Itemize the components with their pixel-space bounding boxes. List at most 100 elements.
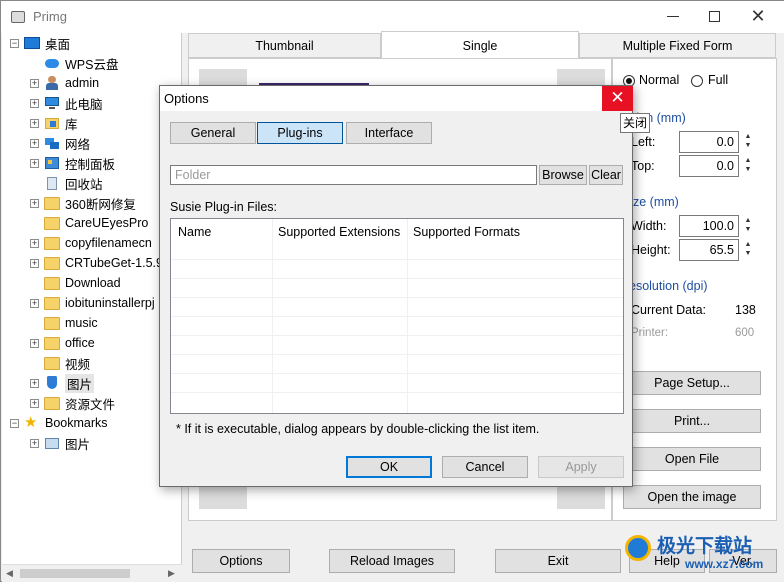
- tree-item-admin[interactable]: admin: [44, 73, 99, 93]
- watermark: 极光下载站 www.xz7.com: [623, 529, 781, 577]
- folder-tree[interactable]: − 桌面 WPS云盘 + admin + 此电脑 + 库 + 网络 + 控制面板…: [2, 33, 182, 564]
- column-header-extensions[interactable]: Supported Extensions: [278, 225, 400, 239]
- tree-item-label: 图片: [65, 373, 95, 393]
- plugin-files-label: Susie Plug-in Files:: [170, 200, 277, 214]
- tree-item-network[interactable]: 网络: [44, 133, 90, 153]
- tab-multiple-fixed-form[interactable]: Multiple Fixed Form: [579, 33, 776, 58]
- tree-item-folder[interactable]: office: [44, 333, 95, 353]
- open-image-button[interactable]: Open the image: [623, 485, 761, 509]
- plugin-list[interactable]: Name Supported Extensions Supported Form…: [170, 218, 624, 414]
- options-button[interactable]: Options: [192, 549, 290, 573]
- expand-icon[interactable]: +: [30, 159, 39, 168]
- tree-item-bookmarks[interactable]: ★ Bookmarks: [24, 413, 108, 433]
- collapse-icon[interactable]: −: [10, 39, 19, 48]
- tree-item-folder[interactable]: 视频: [44, 353, 90, 373]
- tab-plug-ins[interactable]: Plug-ins: [257, 122, 343, 144]
- close-window-button[interactable]: ✕: [743, 5, 773, 29]
- column-header-name[interactable]: Name: [178, 225, 211, 239]
- tree-item-label: Bookmarks: [45, 416, 108, 430]
- tree-item-control-panel[interactable]: 控制面板: [44, 153, 115, 173]
- folder-input[interactable]: Folder: [170, 165, 537, 185]
- expand-icon[interactable]: +: [30, 239, 39, 248]
- tree-item-computer[interactable]: 此电脑: [44, 93, 103, 113]
- tree-item-recycle-bin[interactable]: 回收站: [44, 173, 103, 193]
- column-header-formats[interactable]: Supported Formats: [413, 225, 520, 239]
- expand-icon[interactable]: +: [30, 199, 39, 208]
- expand-icon[interactable]: +: [30, 299, 39, 308]
- expand-icon[interactable]: +: [30, 79, 39, 88]
- scroll-right-icon[interactable]: ▶: [168, 568, 175, 579]
- tree-item-label: WPS云盘: [65, 57, 119, 72]
- scroll-thumb[interactable]: [20, 569, 130, 578]
- apply-button[interactable]: Apply: [538, 456, 624, 478]
- network-icon: [44, 136, 60, 150]
- height-spinner[interactable]: ▲ ▼: [741, 240, 755, 260]
- exit-button[interactable]: Exit: [495, 549, 621, 573]
- tree-item-label: admin: [65, 76, 100, 90]
- watermark-text: 极光下载站: [657, 536, 753, 557]
- expand-icon[interactable]: +: [30, 379, 39, 388]
- watermark-logo-icon: [625, 535, 651, 561]
- tree-item-bookmark[interactable]: 图片: [44, 433, 90, 453]
- tree-item-folder[interactable]: 资源文件: [44, 393, 115, 413]
- height-input[interactable]: 65.5: [679, 239, 739, 261]
- width-spinner[interactable]: ▲ ▼: [741, 216, 755, 236]
- tree-item-folder[interactable]: Download: [44, 273, 121, 293]
- folder-icon: [44, 216, 60, 230]
- row-divider: [171, 278, 623, 279]
- reload-images-button[interactable]: Reload Images: [329, 549, 455, 573]
- folder-icon: [44, 196, 60, 210]
- full-radio[interactable]: [691, 75, 703, 87]
- scroll-left-icon[interactable]: ◀: [6, 568, 13, 579]
- browse-button[interactable]: Browse: [539, 165, 587, 185]
- left-spinner[interactable]: ▲ ▼: [741, 132, 755, 152]
- expand-icon[interactable]: +: [30, 259, 39, 268]
- collapse-icon[interactable]: −: [10, 419, 19, 428]
- tree-item-library[interactable]: 库: [44, 113, 78, 133]
- tree-item-wps[interactable]: WPS云盘: [44, 53, 118, 73]
- tree-item-pictures[interactable]: 图片: [44, 373, 95, 393]
- tree-item-label: music: [65, 316, 98, 330]
- page-setup-button[interactable]: Page Setup...: [623, 371, 761, 395]
- maximize-icon: [709, 11, 720, 22]
- tab-interface[interactable]: Interface: [346, 122, 432, 144]
- expand-icon[interactable]: +: [30, 439, 39, 448]
- expand-icon[interactable]: +: [30, 119, 39, 128]
- tree-item-folder[interactable]: iobituninstallerpj: [44, 293, 155, 313]
- width-input[interactable]: 100.0: [679, 215, 739, 237]
- minimize-button[interactable]: [659, 5, 689, 29]
- open-file-button[interactable]: Open File: [623, 447, 761, 471]
- top-spinner[interactable]: ▲ ▼: [741, 156, 755, 176]
- tab-single[interactable]: Single: [381, 31, 579, 59]
- top-input[interactable]: 0.0: [679, 155, 739, 177]
- watermark-url: www.xz7.com: [685, 557, 764, 571]
- dialog-close-button[interactable]: ✕: [602, 86, 633, 111]
- print-button[interactable]: Print...: [623, 409, 761, 433]
- title-bar: Primg ✕: [1, 1, 784, 33]
- left-input[interactable]: 0.0: [679, 131, 739, 153]
- tree-item-folder[interactable]: copyfilenamecn: [44, 233, 152, 253]
- width-label: Width:: [631, 219, 667, 233]
- executable-note: * If it is executable, dialog appears by…: [176, 422, 540, 436]
- tree-item-folder[interactable]: CRTubeGet-1.5.9: [44, 253, 163, 273]
- horizontal-scrollbar[interactable]: ◀ ▶: [2, 564, 182, 582]
- minimize-icon: [667, 16, 679, 17]
- tab-thumbnail[interactable]: Thumbnail: [188, 33, 381, 58]
- expand-icon[interactable]: +: [30, 399, 39, 408]
- clear-button[interactable]: Clear: [589, 165, 623, 185]
- tree-item-folder[interactable]: CareUEyesPro: [44, 213, 148, 233]
- ok-button[interactable]: OK: [346, 456, 432, 478]
- library-icon: [44, 116, 60, 130]
- expand-icon[interactable]: +: [30, 99, 39, 108]
- row-divider: [171, 392, 623, 393]
- maximize-button[interactable]: [701, 5, 731, 29]
- tree-item-folder[interactable]: music: [44, 313, 98, 333]
- close-icon: ✕: [610, 88, 625, 107]
- expand-icon[interactable]: +: [30, 139, 39, 148]
- tree-item-root[interactable]: 桌面: [24, 33, 70, 53]
- tab-general[interactable]: General: [170, 122, 256, 144]
- cancel-button[interactable]: Cancel: [442, 456, 528, 478]
- expand-icon[interactable]: +: [30, 339, 39, 348]
- tree-item-folder[interactable]: 360断网修复: [44, 193, 136, 213]
- dialog-titlebar: Options ✕: [160, 86, 633, 111]
